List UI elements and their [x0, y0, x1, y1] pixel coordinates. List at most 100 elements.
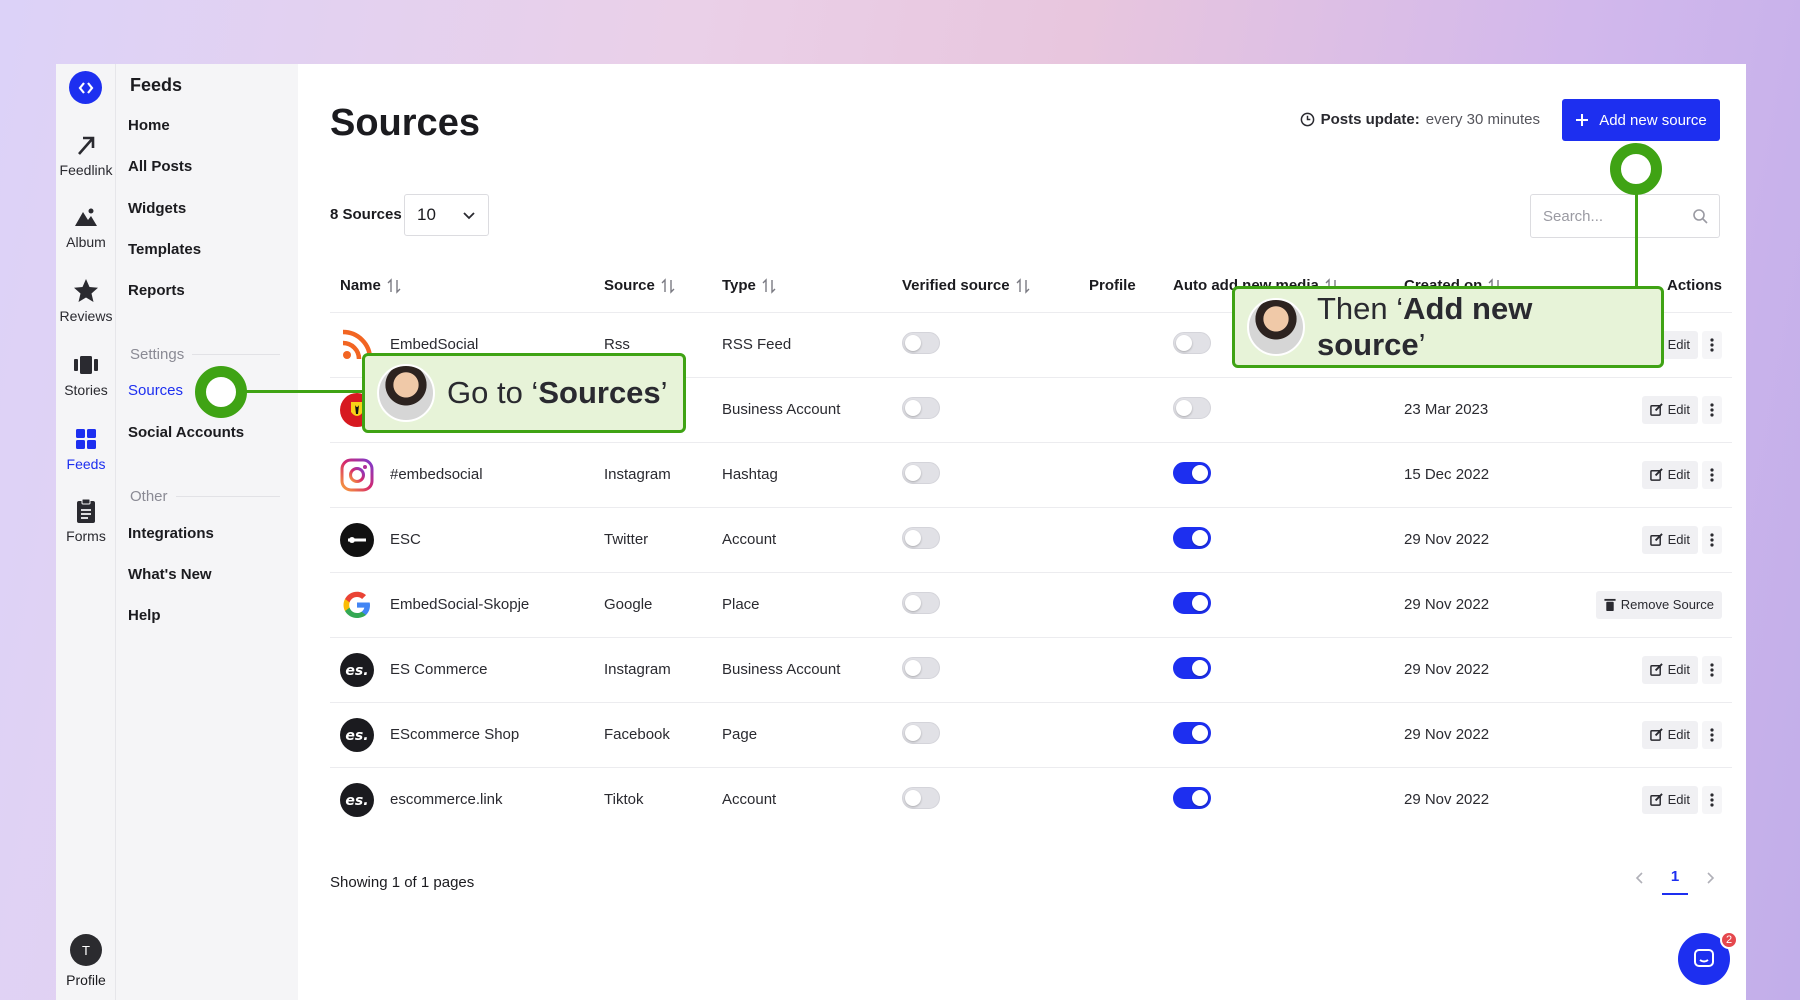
cell-profile	[1079, 506, 1163, 572]
table-row: es. escommerce.link Tiktok Account 29 Nov…	[330, 766, 1732, 832]
edit-button[interactable]: Edit	[1641, 720, 1698, 749]
page-number-current[interactable]: 1	[1662, 860, 1688, 895]
sidebar-item-social-accounts[interactable]: Social Accounts	[128, 424, 244, 441]
auto-add-media-toggle[interactable]	[1173, 656, 1211, 679]
verified-source-toggle[interactable]	[902, 656, 940, 679]
kebab-icon	[1710, 662, 1714, 677]
more-options-button[interactable]	[1702, 720, 1722, 749]
posts-update-info: Posts update: every 30 minutes	[1300, 111, 1540, 128]
column-type[interactable]: Type	[712, 260, 892, 312]
rail-item-album[interactable]: Album	[56, 204, 116, 250]
auto-add-media-toggle[interactable]	[1173, 396, 1211, 419]
rail-item-stories[interactable]: Stories	[56, 352, 116, 398]
sidebar-item-integrations[interactable]: Integrations	[128, 525, 214, 542]
cell-profile	[1079, 766, 1163, 832]
plus-icon	[1576, 114, 1589, 126]
verified-source-toggle[interactable]	[902, 526, 940, 549]
cell-auto-add	[1163, 636, 1394, 702]
cell-actions: Edit	[1562, 506, 1732, 572]
sidebar-item-widgets[interactable]: Widgets	[128, 200, 186, 217]
table-row: es. EScommerce Shop Facebook Page 29 Nov …	[330, 701, 1732, 767]
edit-icon	[1649, 728, 1663, 741]
auto-add-media-toggle[interactable]	[1173, 591, 1211, 614]
sort-icon	[762, 278, 776, 294]
cell-actions: Edit	[1562, 376, 1732, 442]
cell-name: es. escommerce.link	[330, 766, 594, 832]
remove-source-button[interactable]: Remove Source	[1595, 590, 1722, 619]
column-name[interactable]: Name	[330, 260, 594, 312]
cell-type: RSS Feed	[712, 311, 892, 377]
rail-item-reviews[interactable]: Reviews	[56, 278, 116, 324]
sidebar-item-all-posts[interactable]: All Posts	[128, 158, 192, 175]
clock-icon	[1300, 112, 1314, 127]
column-source[interactable]: Source	[594, 260, 712, 312]
edit-icon	[1649, 793, 1663, 807]
mountain-icon	[75, 208, 97, 226]
verified-source-toggle[interactable]	[902, 721, 940, 744]
sort-icon	[1016, 278, 1030, 294]
cell-source: Twitter	[594, 506, 712, 572]
cell-created: 29 Nov 2022	[1394, 636, 1562, 702]
cell-actions: Edit	[1562, 636, 1732, 702]
cell-profile	[1079, 636, 1163, 702]
kebab-icon	[1710, 532, 1714, 547]
more-options-button[interactable]	[1702, 330, 1722, 359]
cell-verified	[892, 766, 1079, 832]
sidebar-item-help[interactable]: Help	[128, 607, 161, 624]
callout-connector-add	[1635, 194, 1638, 286]
sidebar-item-templates[interactable]: Templates	[128, 241, 201, 258]
verified-source-toggle[interactable]	[902, 461, 940, 484]
edit-button[interactable]: Edit	[1641, 460, 1698, 489]
edit-button[interactable]: Edit	[1641, 655, 1698, 684]
more-options-button[interactable]	[1702, 525, 1722, 554]
rail-item-profile[interactable]: T Profile	[56, 934, 116, 988]
chevron-left-icon[interactable]	[1634, 871, 1644, 885]
add-new-source-button[interactable]: Add new source	[1562, 99, 1720, 141]
more-options-button[interactable]	[1702, 395, 1722, 424]
pagination: 1	[1634, 860, 1716, 895]
rail-item-feedlink[interactable]: Feedlink	[56, 132, 116, 178]
chevron-right-icon[interactable]	[1706, 871, 1716, 885]
search-icon[interactable]	[1692, 208, 1708, 224]
edit-icon	[1649, 468, 1663, 481]
per-page-select[interactable]: 10	[404, 194, 489, 236]
presenter-avatar	[1247, 298, 1305, 356]
edit-button[interactable]: Edit	[1641, 395, 1698, 424]
es-logo-icon: es.	[340, 652, 374, 687]
cell-profile	[1079, 441, 1163, 507]
app-window: Feedlink Album Reviews Stories Feeds For…	[56, 64, 1746, 1000]
cell-verified	[892, 701, 1079, 767]
more-options-button[interactable]	[1702, 460, 1722, 489]
sidebar-item-sources[interactable]: Sources	[128, 382, 183, 399]
auto-add-media-toggle[interactable]	[1173, 786, 1211, 809]
sidebar-item-whats-new[interactable]: What's New	[128, 566, 212, 583]
cell-profile	[1079, 701, 1163, 767]
cell-created: 29 Nov 2022	[1394, 701, 1562, 767]
cell-type: Hashtag	[712, 441, 892, 507]
auto-add-media-toggle[interactable]	[1173, 721, 1211, 744]
rail-item-forms[interactable]: Forms	[56, 498, 116, 544]
auto-add-media-toggle[interactable]	[1173, 331, 1211, 354]
auto-add-media-toggle[interactable]	[1173, 461, 1211, 484]
verified-source-toggle[interactable]	[902, 786, 940, 809]
edit-button[interactable]: Edit	[1641, 785, 1698, 814]
more-options-button[interactable]	[1702, 785, 1722, 814]
kebab-icon	[1710, 467, 1714, 482]
cell-auto-add	[1163, 506, 1394, 572]
sidebar-item-home[interactable]: Home	[128, 117, 170, 134]
cell-auto-add	[1163, 701, 1394, 767]
verified-source-toggle[interactable]	[902, 396, 940, 419]
rail-item-feeds[interactable]: Feeds	[56, 426, 116, 472]
verified-source-toggle[interactable]	[902, 331, 940, 354]
avatar: T	[70, 934, 102, 966]
callout-marker-sources	[195, 366, 247, 418]
cell-verified	[892, 506, 1079, 572]
column-verified-source[interactable]: Verified source	[892, 260, 1079, 312]
app-logo-icon[interactable]	[69, 71, 102, 104]
cell-name: EmbedSocial-Skopje	[330, 571, 594, 637]
auto-add-media-toggle[interactable]	[1173, 526, 1211, 549]
sidebar-item-reports[interactable]: Reports	[128, 282, 185, 299]
verified-source-toggle[interactable]	[902, 591, 940, 614]
edit-button[interactable]: Edit	[1641, 525, 1698, 554]
more-options-button[interactable]	[1702, 655, 1722, 684]
